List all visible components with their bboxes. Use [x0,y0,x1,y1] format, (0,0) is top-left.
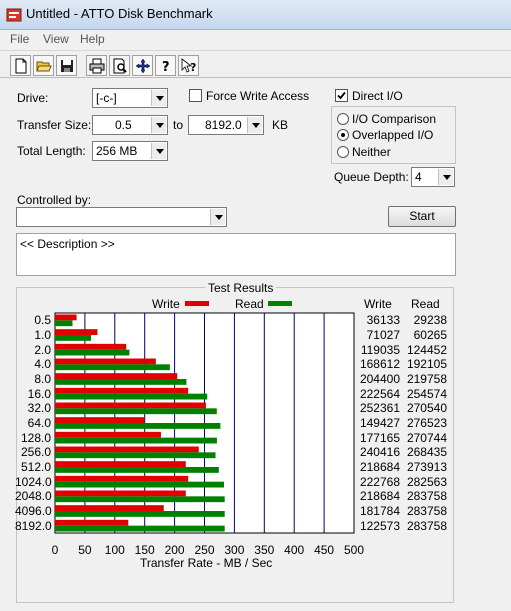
read-bar-64.0 [55,423,221,429]
read-bar-256.0 [55,452,216,459]
read-bar-128.0 [55,437,217,444]
read-bar-2048.0 [55,496,225,503]
block-size-label: 256.0 [20,445,51,460]
read-value: 270744 [406,430,447,445]
block-size-label: 16.0 [27,386,51,401]
write-value: 122573 [359,518,400,533]
write-bar-2.0 [55,343,127,350]
block-size-label: 8192.0 [15,518,52,533]
write-bar-64.0 [55,417,145,423]
write-value: 36133 [366,313,400,328]
write-bar-8.0 [55,373,178,379]
write-value: 222768 [359,474,400,489]
block-size-label: 1.0 [34,328,51,342]
write-bar-512.0 [55,461,186,467]
read-value: 282563 [406,474,447,489]
block-size-label: 0.5 [34,313,51,328]
read-value: 273913 [406,460,447,474]
block-size-label: 512.0 [20,460,51,474]
write-bar-4.0 [55,358,156,365]
read-value: 254574 [406,386,447,401]
read-bar-1.0 [55,335,92,341]
read-bar-512.0 [55,467,219,473]
x-tick-label: 0 [51,543,59,557]
x-tick-label: 150 [134,543,155,557]
block-size-label: 32.0 [27,401,51,416]
read-value: 276523 [406,416,447,430]
read-bar-8192.0 [55,525,225,532]
block-size-label: 1024.0 [15,474,52,489]
read-value: 192105 [406,357,447,372]
read-bar-4096.0 [55,511,225,517]
block-size-label: 4.0 [34,357,51,372]
x-tick-label: 400 [284,543,305,557]
read-bar-2.0 [55,349,130,356]
write-bar-16.0 [55,387,189,394]
read-value: 29238 [413,313,447,328]
x-tick-label: 500 [343,543,365,557]
block-size-label: 64.0 [27,416,51,430]
read-bar-1024.0 [55,481,224,488]
write-value: 177165 [359,430,400,445]
block-size-label: 4096.0 [15,504,52,518]
write-value: 181784 [359,504,400,518]
write-bar-4096.0 [55,505,164,511]
read-value: 283758 [406,504,447,518]
x-axis-label: Transfer Rate - MB / Sec [140,556,273,570]
write-bar-0.5 [55,314,77,321]
read-bar-4.0 [55,364,170,371]
write-value: 252361 [359,401,400,416]
write-value: 218684 [359,489,400,504]
write-bar-128.0 [55,431,161,438]
write-value: 71027 [366,328,400,342]
read-value: 124452 [406,342,447,357]
block-size-label: 8.0 [34,372,51,386]
read-bar-32.0 [55,408,217,415]
write-value: 218684 [359,460,400,474]
x-tick-label: 350 [254,543,275,557]
read-value: 270540 [406,401,447,416]
read-value: 60265 [413,328,447,342]
write-bar-32.0 [55,402,206,409]
x-tick-label: 300 [224,543,245,557]
write-bar-2048.0 [55,490,186,497]
write-bar-1024.0 [55,475,189,482]
block-size-label: 2048.0 [15,489,52,504]
write-value: 168612 [359,357,400,372]
read-bar-16.0 [55,393,208,400]
x-tick-label: 50 [78,543,92,557]
x-tick-label: 100 [104,543,125,557]
block-size-label: 128.0 [20,430,51,445]
read-bar-0.5 [55,320,73,327]
read-value: 283758 [406,489,447,504]
write-value: 149427 [359,416,400,430]
write-value: 119035 [360,342,400,357]
read-value: 219758 [406,372,447,386]
write-bar-1.0 [55,329,98,335]
write-bar-8192.0 [55,519,129,526]
write-value: 222564 [359,386,400,401]
write-value: 240416 [359,445,400,460]
read-value: 283758 [406,518,447,533]
x-tick-label: 250 [194,543,215,557]
read-value: 268435 [406,445,447,460]
write-bar-256.0 [55,446,199,453]
x-tick-label: 450 [314,543,335,557]
write-value: 204400 [359,372,400,386]
read-bar-8.0 [55,379,187,385]
x-tick-label: 200 [164,543,185,557]
block-size-label: 2.0 [34,342,51,357]
